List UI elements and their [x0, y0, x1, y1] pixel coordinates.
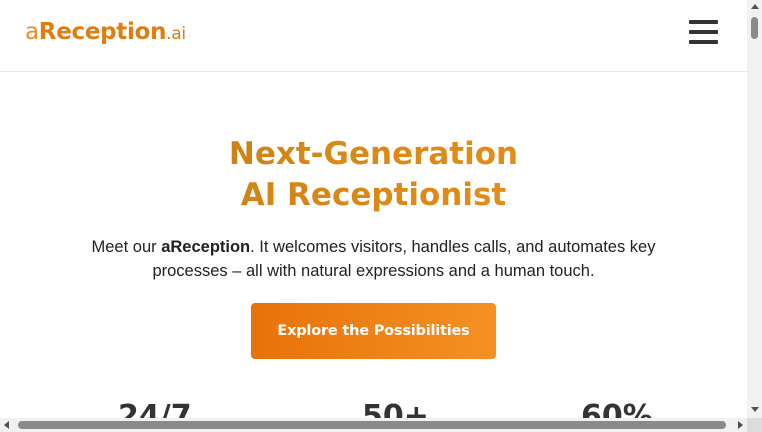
scroll-left-arrow-icon[interactable] — [4, 421, 9, 429]
page-viewport: aReception.ai Next-Generation AI Recepti… — [0, 0, 747, 418]
site-logo[interactable]: aReception.ai — [25, 19, 186, 45]
hamburger-bar — [689, 20, 718, 24]
scroll-down-arrow-icon[interactable] — [751, 407, 759, 412]
hero-description: Meet our aReception. It welcomes visitor… — [54, 235, 694, 283]
logo-prefix: a — [25, 19, 39, 45]
horizontal-scrollbar[interactable] — [0, 418, 747, 432]
headline-line-2: AI Receptionist — [0, 175, 747, 216]
logo-name: Reception — [38, 19, 167, 45]
hero-headline: Next-Generation AI Receptionist — [0, 134, 747, 216]
hamburger-bar — [689, 40, 718, 44]
stat-value: 60% — [581, 399, 653, 418]
headline-line-1: Next-Generation — [0, 134, 747, 175]
explore-button[interactable]: Explore the Possibilities — [251, 303, 496, 359]
logo-suffix: .ai — [166, 24, 186, 44]
site-header: aReception.ai — [0, 0, 747, 72]
hero-section: Next-Generation AI Receptionist Meet our… — [0, 72, 747, 359]
scrollbar-corner — [747, 418, 762, 432]
vertical-scrollbar[interactable] — [747, 0, 762, 418]
hamburger-bar — [689, 30, 718, 34]
vertical-scroll-thumb[interactable] — [751, 17, 758, 39]
stat-value: 24/7 — [118, 399, 192, 418]
hamburger-menu-icon[interactable] — [689, 20, 718, 44]
scroll-right-arrow-icon[interactable] — [738, 421, 743, 429]
description-lead: Meet our — [91, 238, 162, 256]
scroll-up-arrow-icon[interactable] — [751, 4, 759, 9]
stat-value: 50+ — [362, 399, 429, 418]
stats-row: 24/7 50+ 60% — [0, 399, 747, 418]
horizontal-scroll-thumb[interactable] — [18, 421, 726, 429]
description-brand: aReception — [161, 238, 251, 256]
